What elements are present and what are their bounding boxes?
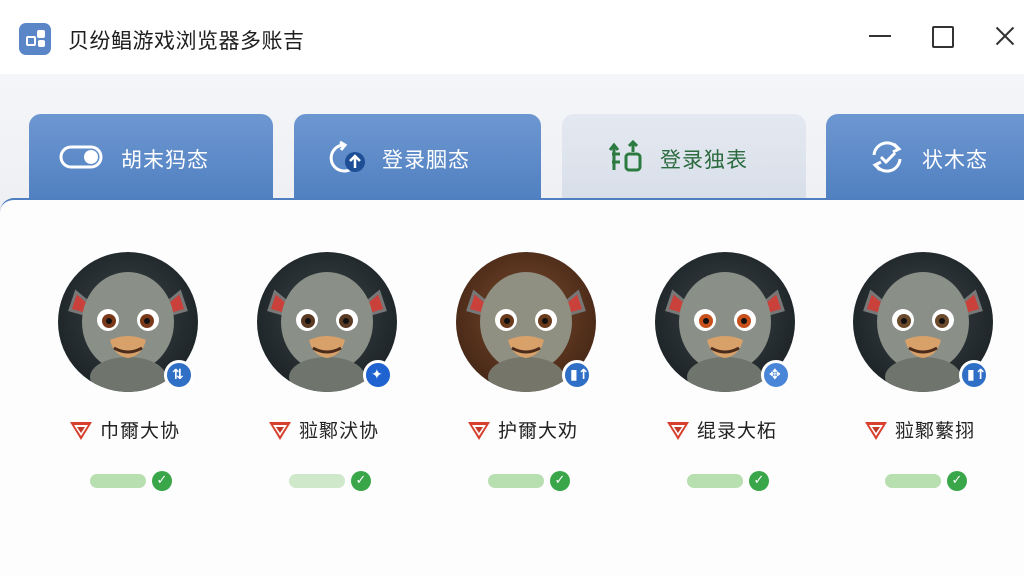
status-indicator: ✓	[488, 470, 588, 492]
chart-badge-icon: ▮↑	[959, 360, 989, 390]
status-indicator: ✓	[90, 470, 190, 492]
game-emblem-icon	[70, 422, 92, 440]
tab-label: 登录独表	[660, 148, 748, 172]
account-name: 绲录大柘	[697, 420, 778, 442]
account-card[interactable]: ▮↑ 翋鄹蘩挧 ✓	[825, 252, 1024, 512]
status-indicator: ✓	[289, 470, 389, 492]
check-icon: ✓	[749, 471, 769, 491]
app-logo-icon	[19, 23, 51, 55]
status-bar	[885, 474, 941, 488]
game-emblem-icon	[468, 422, 490, 440]
check-icon: ✓	[152, 471, 172, 491]
transfer-badge-icon: ⇅	[164, 360, 194, 390]
tab-label: 胡末犸态	[121, 148, 209, 172]
app-title: 贝纷鲳游戏浏览器多账吉	[68, 29, 305, 53]
account-card[interactable]: ⇅ 巾爾大协 ✓	[30, 252, 230, 512]
account-card[interactable]: ✦ 翋鄹汱协 ✓	[229, 252, 429, 512]
refresh-upload-icon	[329, 140, 365, 173]
check-icon: ✓	[550, 471, 570, 491]
account-card[interactable]: ✥ 绲录大柘 ✓	[627, 252, 827, 512]
account-card[interactable]: ▮↑ 护爾大劝 ✓	[428, 252, 628, 512]
stats-badge-icon: ▮↑	[562, 360, 592, 390]
move-badge-icon: ✥	[761, 360, 791, 390]
game-emblem-icon	[269, 422, 291, 440]
toggle-icon	[59, 145, 103, 169]
game-emblem-icon	[667, 422, 689, 440]
status-bar	[687, 474, 743, 488]
status-bar	[488, 474, 544, 488]
title-bar: 贝纷鲳游戏浏览器多账吉	[0, 0, 1024, 74]
tab-toggle-status[interactable]: 胡末犸态	[29, 114, 273, 204]
tab-login-status[interactable]: 登录胭态	[294, 114, 541, 204]
status-indicator: ✓	[885, 470, 985, 492]
game-emblem-icon	[865, 422, 887, 440]
status-indicator: ✓	[687, 470, 787, 492]
app-window: 贝纷鲳游戏浏览器多账吉 胡末犸态 登录胭态 登录独表 状木态 ⇅ 巾爾大协 ✓ …	[0, 0, 1024, 576]
account-name: 护爾大劝	[498, 420, 579, 442]
account-name: 翋鄹蘩挧	[895, 420, 976, 442]
check-icon: ✓	[947, 471, 967, 491]
minimize-button[interactable]	[856, 16, 904, 56]
star-badge-icon: ✦	[363, 360, 393, 390]
sync-icon	[872, 141, 902, 173]
tab-label: 状木态	[922, 148, 988, 172]
status-bar	[289, 474, 345, 488]
transfer-icon	[608, 140, 642, 172]
tab-sync-status[interactable]: 状木态	[826, 114, 1024, 204]
tab-login-list[interactable]: 登录独表	[562, 114, 806, 204]
tab-label: 登录胭态	[382, 148, 470, 172]
account-name: 翋鄹汱协	[299, 420, 380, 442]
account-name: 巾爾大协	[100, 420, 181, 442]
close-button[interactable]	[980, 16, 1024, 56]
check-icon: ✓	[351, 471, 371, 491]
status-bar	[90, 474, 146, 488]
maximize-button[interactable]	[918, 16, 966, 56]
